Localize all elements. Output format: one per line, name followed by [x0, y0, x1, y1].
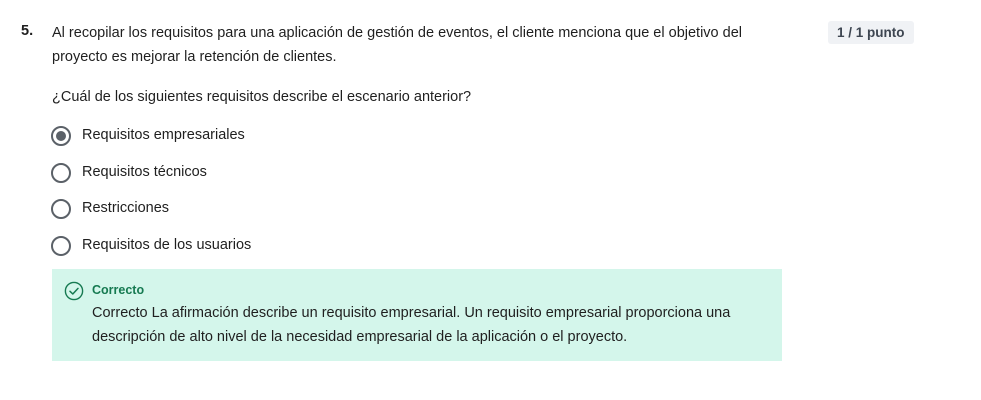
option-restricciones[interactable]: Restricciones [51, 197, 251, 234]
option-label: Restricciones [82, 200, 170, 216]
question-text: Al recopilar los requisitos para una apl… [52, 25, 742, 65]
score-badge: 1 / 1 punto [828, 21, 914, 44]
option-label: Requisitos empresariales [82, 127, 245, 143]
option-requisitos-empresariales[interactable]: Requisitos empresariales [51, 124, 251, 161]
option-label: Requisitos técnicos [82, 163, 207, 180]
quiz-question: 5. Al recopilar los requisitos para una … [0, 0, 981, 400]
radio-button-selected[interactable] [51, 126, 71, 146]
radio-button[interactable] [51, 162, 71, 183]
radio-button[interactable] [51, 199, 71, 219]
option-requisitos-usuarios[interactable]: Requisitos de los usuarios [51, 234, 251, 271]
question-number: 5. [21, 23, 34, 39]
feedback-panel: Correcto Correcto La afirmación describe… [52, 269, 782, 361]
answer-options: Requisitos empresariales Requisitos técn… [51, 124, 251, 270]
feedback-title: Correcto [92, 283, 145, 297]
option-requisitos-tecnicos[interactable]: Requisitos técnicos [51, 161, 251, 198]
question-prompt: ¿Cuál de los siguientes requisitos descr… [52, 89, 472, 105]
radio-button[interactable] [51, 235, 71, 256]
option-label: Requisitos de los usuarios [82, 236, 252, 253]
feedback-text: Correcto La afirmación describe un requi… [92, 305, 731, 345]
check-circle-icon [64, 281, 84, 301]
